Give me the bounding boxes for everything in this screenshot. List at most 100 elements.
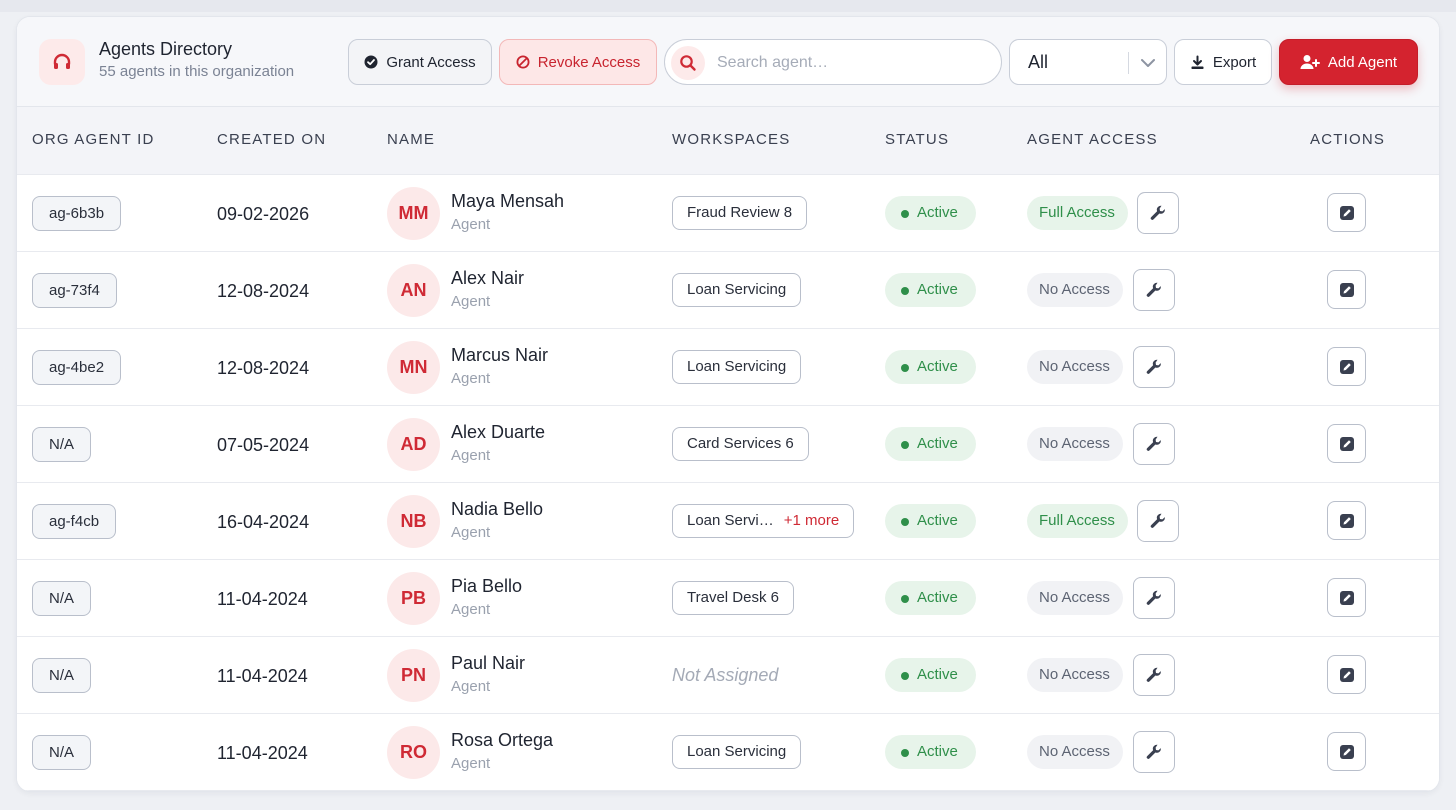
wrench-icon xyxy=(1145,666,1163,684)
agent-name: Alex Nair xyxy=(451,268,525,288)
status-badge: Active xyxy=(885,581,976,615)
table-row[interactable]: ag-6b3b 09-02-2026 MM Maya Mensah Agent Fraud… xyxy=(17,175,1439,252)
avatar: AN xyxy=(387,264,440,317)
agent-name: Marcus Nair xyxy=(451,345,549,365)
table-row[interactable]: N/A 11-04-2024 PB Pia Bello Agent Travel Desk… xyxy=(17,560,1439,637)
status-badge: Active xyxy=(885,350,976,384)
filter-select[interactable]: All xyxy=(1009,39,1167,85)
wrench-icon xyxy=(1145,281,1163,299)
org-agent-id-chip: ag-6b3b xyxy=(32,196,122,231)
edit-icon xyxy=(1339,667,1355,683)
created-on-date: 12-08-2024 xyxy=(217,281,310,301)
workspace-chip[interactable]: Loan Servi… +1 more xyxy=(672,504,855,538)
status-label: Active xyxy=(917,435,958,452)
workspace-label: Fraud Review 8 xyxy=(687,204,793,221)
agent-access-badge: No Access xyxy=(1027,658,1123,692)
org-agent-id-chip: N/A xyxy=(32,658,92,693)
add-agent-button[interactable]: Add Agent xyxy=(1279,39,1418,85)
workspace-more-link[interactable]: +1 more xyxy=(784,512,839,529)
chevron-down-icon xyxy=(1141,59,1155,67)
background-strip xyxy=(0,0,1456,12)
configure-access-button[interactable] xyxy=(1133,346,1175,388)
status-badge: Active xyxy=(885,273,976,307)
status-badge: Active xyxy=(885,196,976,230)
table-row[interactable]: N/A 11-04-2024 PN Paul Nair Agent Not Assigne… xyxy=(17,637,1439,714)
workspace-chip[interactable]: Card Services 6 xyxy=(672,427,809,461)
wrench-icon xyxy=(1145,743,1163,761)
column-header-status[interactable]: STATUS xyxy=(885,131,949,148)
workspace-chip[interactable]: Loan Servicing xyxy=(672,735,802,769)
configure-access-button[interactable] xyxy=(1137,500,1179,542)
agent-role: Agent xyxy=(451,601,491,618)
configure-access-button[interactable] xyxy=(1133,423,1175,465)
edit-agent-button[interactable] xyxy=(1327,193,1366,232)
table-row[interactable]: N/A 07-05-2024 AD Alex Duarte Agent Card Serv… xyxy=(17,406,1439,483)
agent-role: Agent xyxy=(451,216,491,233)
edit-agent-button[interactable] xyxy=(1327,347,1366,386)
page-title: Agents Directory xyxy=(99,39,233,59)
export-button[interactable]: Export xyxy=(1174,39,1272,85)
configure-access-button[interactable] xyxy=(1133,269,1175,311)
workspace-label: Loan Servi… xyxy=(687,512,774,529)
status-dot-icon xyxy=(901,749,909,757)
avatar: PB xyxy=(387,572,440,625)
agent-role: Agent xyxy=(451,447,491,464)
org-agent-id-chip: ag-4be2 xyxy=(32,350,122,385)
configure-access-button[interactable] xyxy=(1137,192,1179,234)
edit-icon xyxy=(1339,282,1355,298)
table-row[interactable]: ag-f4cb 16-04-2024 NB Nadia Bello Agent Loan … xyxy=(17,483,1439,560)
agent-access-badge: No Access xyxy=(1027,581,1123,615)
grant-access-button[interactable]: Grant Access xyxy=(348,39,492,85)
wrench-icon xyxy=(1145,358,1163,376)
column-header-workspaces: WORKSPACES xyxy=(672,131,791,148)
edit-icon xyxy=(1339,359,1355,375)
agent-access-badge: No Access xyxy=(1027,427,1123,461)
edit-agent-button[interactable] xyxy=(1327,501,1366,540)
org-agent-id-chip: N/A xyxy=(32,427,92,462)
wrench-icon xyxy=(1149,512,1167,530)
agent-name: Nadia Bello xyxy=(451,499,544,519)
filter-select-value: All xyxy=(1028,52,1049,72)
edit-agent-button[interactable] xyxy=(1327,270,1366,309)
status-dot-icon xyxy=(901,287,909,295)
column-header-org-agent-id[interactable]: ORG AGENT ID xyxy=(32,131,154,148)
edit-agent-button[interactable] xyxy=(1327,732,1366,771)
edit-icon xyxy=(1339,436,1355,452)
search-input[interactable] xyxy=(717,50,987,76)
table-row[interactable]: ag-4be2 12-08-2024 MN Marcus Nair Agent Loan … xyxy=(17,329,1439,406)
column-header-agent-access: AGENT ACCESS xyxy=(1027,131,1158,148)
avatar: RO xyxy=(387,726,440,779)
workspace-chip[interactable]: Fraud Review 8 xyxy=(672,196,808,230)
table-row[interactable]: ag-73f4 12-08-2024 AN Alex Nair Agent Loan Se… xyxy=(17,252,1439,329)
avatar: MN xyxy=(387,341,440,394)
column-header-name[interactable]: NAME xyxy=(387,131,435,148)
configure-access-button[interactable] xyxy=(1133,731,1175,773)
revoke-access-button[interactable]: Revoke Access xyxy=(499,39,657,85)
wrench-icon xyxy=(1145,435,1163,453)
check-circle-icon xyxy=(364,55,378,69)
status-dot-icon xyxy=(901,595,909,603)
created-on-date: 09-02-2026 xyxy=(217,204,310,224)
workspace-chip[interactable]: Loan Servicing xyxy=(672,273,802,307)
edit-icon xyxy=(1339,205,1355,221)
column-header-created-on[interactable]: CREATED ON xyxy=(217,131,326,148)
wrench-icon xyxy=(1145,589,1163,607)
edit-agent-button[interactable] xyxy=(1327,424,1366,463)
status-badge: Active xyxy=(885,735,976,769)
configure-access-button[interactable] xyxy=(1133,654,1175,696)
workspace-chip[interactable]: Loan Servicing xyxy=(672,350,802,384)
org-agent-id-chip: N/A xyxy=(32,581,92,616)
edit-agent-button[interactable] xyxy=(1327,655,1366,694)
edit-agent-button[interactable] xyxy=(1327,578,1366,617)
search-icon[interactable] xyxy=(671,46,705,80)
agent-role: Agent xyxy=(451,678,491,695)
agent-access-badge: No Access xyxy=(1027,350,1123,384)
grant-access-label: Grant Access xyxy=(386,53,476,71)
configure-access-button[interactable] xyxy=(1133,577,1175,619)
agent-access-badge: No Access xyxy=(1027,273,1123,307)
workspace-chip[interactable]: Travel Desk 6 xyxy=(672,581,794,615)
agent-name: Alex Duarte xyxy=(451,422,546,442)
table-row[interactable]: N/A 11-04-2024 RO Rosa Ortega Agent Loan Serv… xyxy=(17,714,1439,791)
workspace-label: Loan Servicing xyxy=(687,281,787,298)
ban-icon xyxy=(516,55,530,69)
